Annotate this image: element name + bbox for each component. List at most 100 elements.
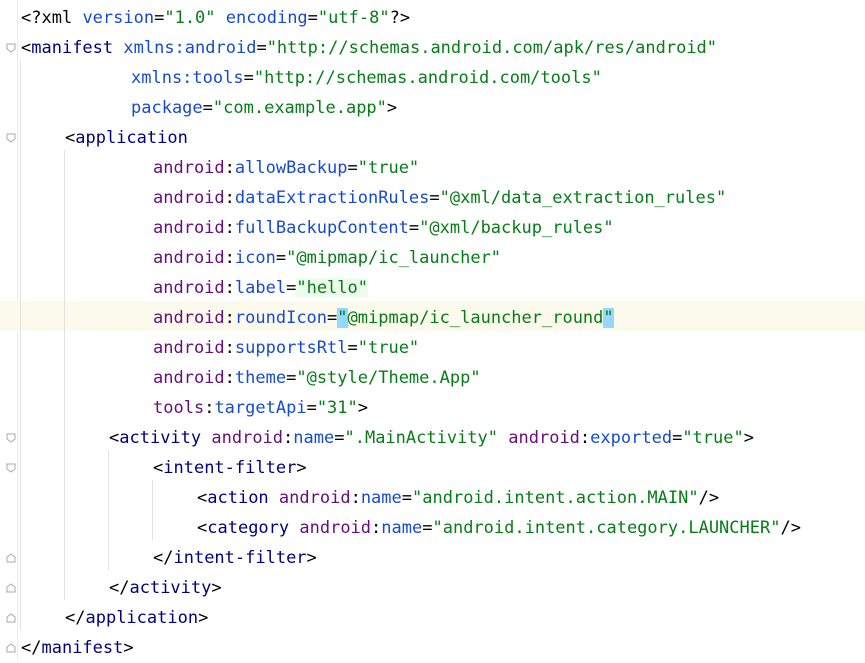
syntax-punctuation: : [350, 488, 361, 508]
equals-sign: = [202, 98, 213, 118]
attribute-name: icon [234, 248, 276, 268]
code-line[interactable]: <activity android:name=".MainActivity" a… [109, 423, 754, 453]
fold-collapse-icon[interactable] [6, 433, 16, 443]
code-line[interactable]: tools:targetApi="31"> [153, 393, 368, 423]
syntax-punctuation: </ [65, 608, 86, 628]
attribute-value: "31" [316, 398, 358, 418]
attribute-value: "utf-8" [317, 8, 390, 28]
tag-name: activity [129, 578, 212, 598]
code-line[interactable]: </application> [65, 603, 208, 633]
attribute-namespace: android [211, 428, 284, 448]
syntax-punctuation: : [224, 158, 235, 178]
attribute-namespace: android [278, 488, 351, 508]
xml-prolog: xml [41, 8, 83, 28]
fold-end-icon[interactable] [6, 613, 16, 623]
syntax-punctuation: : [224, 248, 235, 268]
attribute-value: "android.intent.action.MAIN" [412, 488, 699, 508]
code-line[interactable]: <?xml version="1.0" encoding="utf-8"?> [21, 3, 410, 33]
fold-end-icon[interactable] [6, 643, 16, 653]
code-line[interactable]: android:allowBackup="true" [153, 153, 419, 183]
syntax-punctuation: < [153, 458, 164, 478]
code-line[interactable]: <action android:name="android.intent.act… [197, 483, 719, 513]
equals-sign: = [408, 218, 420, 238]
attribute-value: "hello" [296, 278, 368, 298]
tag-name: intent-filter [173, 548, 307, 568]
code-editor[interactable]: <?xml version="1.0" encoding="utf-8"?> <m… [0, 0, 865, 661]
attribute-namespace: android [153, 368, 225, 388]
syntax-punctuation: < [21, 38, 32, 58]
code-line[interactable]: <manifest xmlns:android="http://schemas.… [21, 33, 717, 63]
attribute-value: "android.intent.category.LAUNCHER" [432, 518, 781, 538]
code-line[interactable]: android:dataExtractionRules="@xml/data_e… [153, 183, 726, 213]
code-line[interactable]: android:icon="@mipmap/ic_launcher" [153, 243, 501, 273]
equals-sign: = [256, 38, 267, 58]
tag-name: activity [119, 428, 212, 448]
fold-collapse-icon[interactable] [6, 133, 16, 143]
attribute-value: "true" [357, 158, 420, 178]
code-line[interactable]: android:supportsRtl="true" [153, 333, 419, 363]
attribute-namespace: android [153, 278, 225, 298]
syntax-punctuation [216, 8, 226, 28]
attribute-value: "http://schemas.android.com/tools" [253, 68, 602, 88]
syntax-punctuation [498, 428, 508, 448]
code-line[interactable]: android:roundIcon="@mipmap/ic_launcher_r… [153, 303, 614, 333]
code-line[interactable]: android:theme="@style/Theme.App" [153, 363, 481, 393]
syntax-punctuation: > [198, 608, 209, 628]
attribute-name: theme [234, 368, 287, 388]
indent-guide [108, 450, 109, 570]
syntax-punctuation: > [743, 428, 754, 448]
tag-name: application [85, 608, 199, 628]
attribute-namespace: android [153, 338, 225, 358]
code-line[interactable]: </intent-filter> [153, 543, 317, 573]
tag-name: application [75, 128, 188, 148]
syntax-punctuation: < [109, 428, 120, 448]
tag-name: manifest [31, 38, 124, 58]
equals-sign: = [286, 368, 297, 388]
syntax-punctuation: > [123, 638, 134, 658]
code-line[interactable]: android:label="hello" [153, 273, 368, 303]
attribute-value: @mipmap/ic_launcher_round [347, 308, 604, 328]
syntax-punctuation: : [579, 428, 591, 448]
code-line[interactable]: android:fullBackupContent="@xml/backup_r… [153, 213, 614, 243]
attribute-name: supportsRtl [234, 338, 348, 358]
syntax-punctuation: /> [780, 518, 801, 538]
tag-name: intent-filter [163, 458, 297, 478]
syntax-punctuation: > [357, 398, 369, 418]
syntax-punctuation: : [371, 518, 382, 538]
attribute-namespace: tools [153, 398, 205, 418]
attribute-value: "@xml/backup_rules" [419, 218, 614, 238]
attribute-name: exported [590, 428, 673, 448]
syntax-punctuation: > [296, 458, 307, 478]
attribute-namespace: android [153, 308, 225, 328]
attribute-name: name [360, 488, 402, 508]
attribute-value: "true" [682, 428, 744, 448]
syntax-punctuation: : [224, 278, 235, 298]
attribute-name: name [293, 428, 335, 448]
fold-collapse-icon[interactable] [6, 43, 16, 53]
matched-quote-highlight: " [603, 308, 614, 328]
code-line[interactable]: </activity> [109, 573, 222, 603]
equals-sign: = [401, 488, 413, 508]
fold-end-icon[interactable] [6, 553, 16, 563]
syntax-punctuation: <? [21, 8, 42, 28]
syntax-punctuation: : [283, 428, 294, 448]
attribute-name: name [381, 518, 423, 538]
code-line[interactable]: xmlns:tools="http://schemas.android.com/… [131, 63, 602, 93]
equals-sign: = [347, 158, 358, 178]
equals-sign: = [334, 428, 345, 448]
code-line[interactable]: package="com.example.app"> [131, 93, 397, 123]
code-line[interactable]: <intent-filter> [153, 453, 307, 483]
fold-collapse-icon[interactable] [6, 463, 16, 473]
code-line[interactable]: </manifest> [21, 633, 134, 663]
code-line[interactable]: <application [65, 123, 188, 153]
equals-sign: = [307, 8, 318, 28]
fold-end-icon[interactable] [6, 583, 16, 593]
attribute-name: xmlns:tools [131, 68, 244, 88]
attribute-value: "@xml/data_extraction_rules" [439, 188, 727, 208]
syntax-punctuation: < [197, 518, 208, 538]
equals-sign: = [327, 308, 338, 328]
equals-sign: = [275, 248, 287, 268]
indent-guide [20, 60, 21, 630]
matched-quote-highlight: " [337, 308, 348, 328]
code-line[interactable]: <category android:name="android.intent.c… [197, 513, 801, 543]
